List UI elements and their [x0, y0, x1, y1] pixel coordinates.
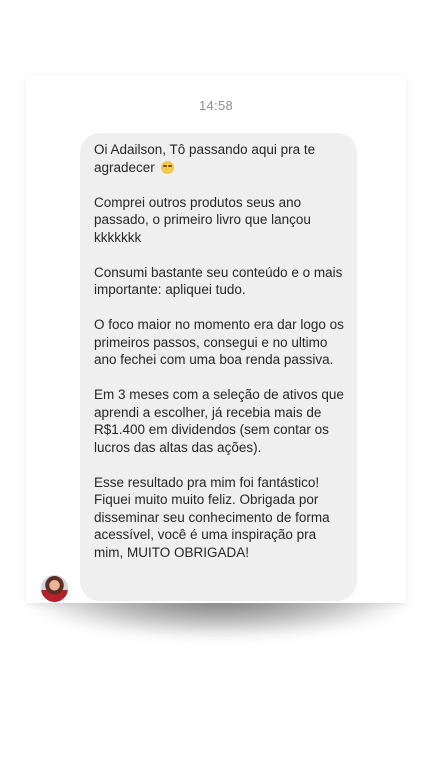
- smiling-face-emoji-icon: [160, 160, 174, 174]
- message-paragraph: Oi Adailson, Tô passando aqui pra te agr…: [94, 141, 345, 176]
- message-paragraph: Em 3 meses com a seleção de ativos que a…: [94, 387, 344, 455]
- message-timestamp: 14:58: [198, 98, 234, 113]
- message-paragraph: O foco maior no momento era dar logo os …: [94, 317, 344, 367]
- message-paragraph: Comprei outros produtos seus ano passado…: [94, 194, 311, 245]
- message-paragraph: Esse resultado pra mim foi fantástico! F…: [94, 474, 330, 560]
- message-paragraph-text: Oi Adailson, Tô passando aqui pra te agr…: [94, 142, 316, 175]
- sender-avatar[interactable]: [41, 575, 68, 602]
- message-bubble[interactable]: Oi Adailson, Tô passando aqui pra te agr…: [80, 133, 357, 601]
- message-paragraph: Consumi bastante seu conteúdo e o mais i…: [94, 264, 343, 298]
